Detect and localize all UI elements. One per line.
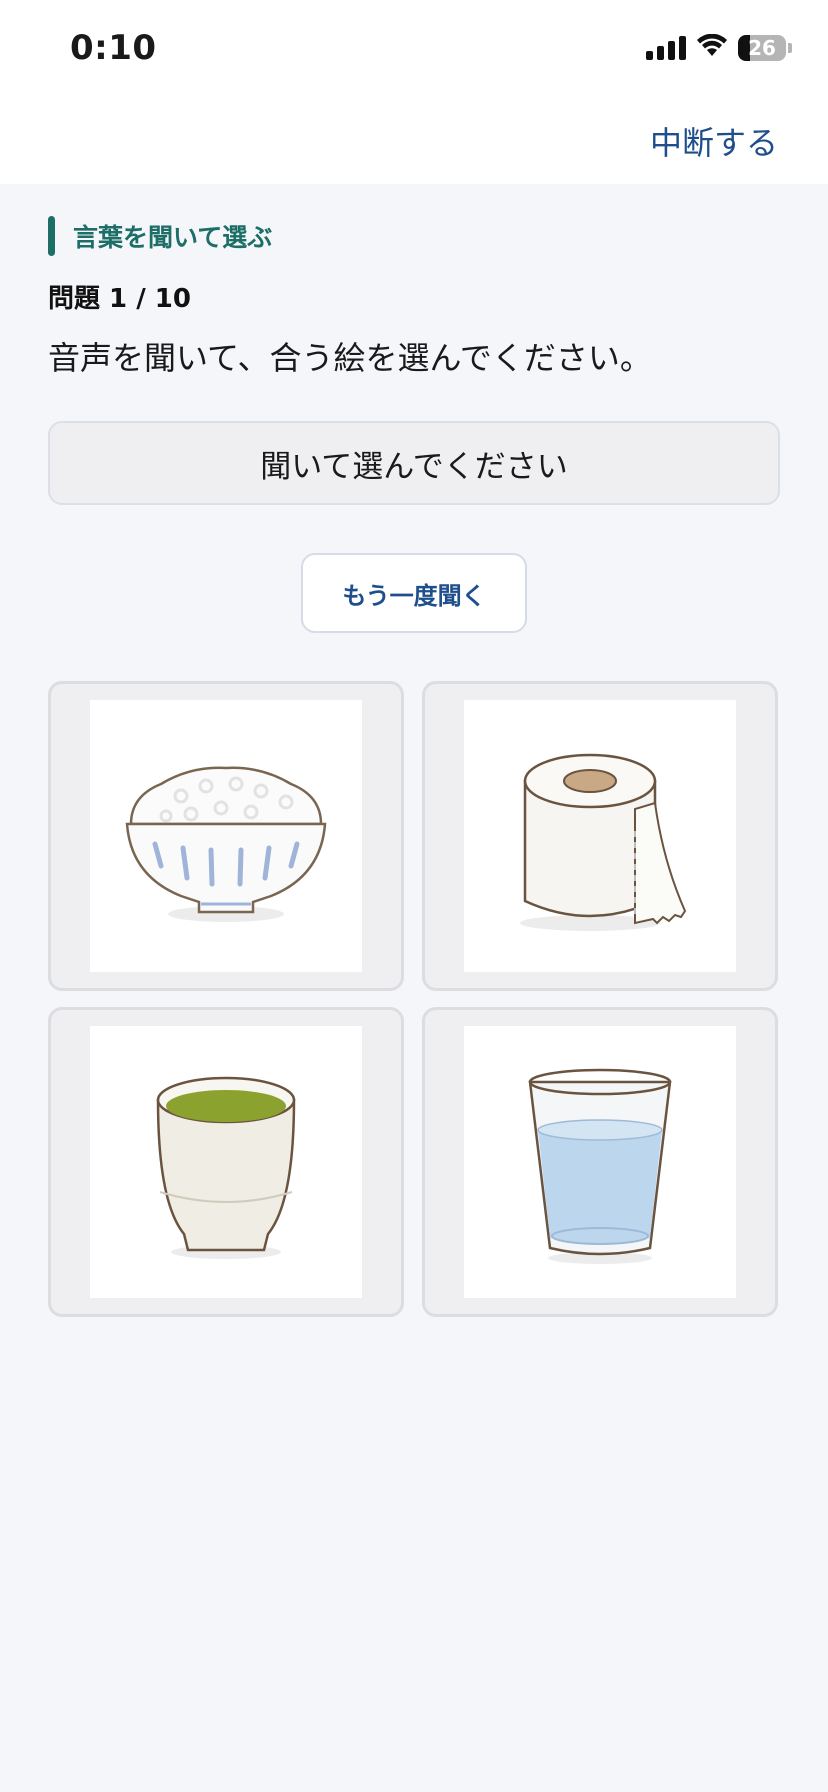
toilet-paper-icon <box>464 700 736 972</box>
choice-toilet-paper[interactable] <box>422 681 778 991</box>
choice-grid <box>48 681 780 1317</box>
battery-level: 26 <box>748 36 776 60</box>
section-accent-bar <box>48 216 55 256</box>
cellular-signal-icon <box>646 36 686 60</box>
choice-green-tea[interactable] <box>48 1007 404 1317</box>
choice-water-glass[interactable] <box>422 1007 778 1317</box>
nav-bar: 中断する <box>0 96 828 184</box>
replay-wrap: もう一度聞く <box>48 553 780 633</box>
battery-icon: 26 <box>738 35 786 61</box>
choice-rice-bowl[interactable] <box>48 681 404 991</box>
question-counter: 問題 1 / 10 <box>48 284 191 314</box>
status-bar: 0:10 26 <box>0 0 828 96</box>
wifi-icon <box>696 33 728 62</box>
status-icons: 26 <box>646 33 792 62</box>
replay-audio-button[interactable]: もう一度聞く <box>301 553 527 633</box>
instruction-text: 音声を聞いて、合う絵を選んでください。 <box>48 339 652 377</box>
answer-display: 聞いて選んでください <box>48 421 780 505</box>
green-tea-cup-icon <box>90 1026 362 1298</box>
rice-bowl-icon <box>90 700 362 972</box>
quit-button[interactable]: 中断する <box>650 118 778 164</box>
water-glass-icon <box>464 1026 736 1298</box>
quiz-content: 言葉を聞いて選ぶ 問題 1 / 10 音声を聞いて、合う絵を選んでください。 聞… <box>48 184 780 1317</box>
battery-cap <box>788 43 792 53</box>
section-title: 言葉を聞いて選ぶ <box>73 223 273 252</box>
section-label: 言葉を聞いて選ぶ <box>48 216 780 256</box>
status-time: 0:10 <box>70 28 157 68</box>
app-screen: 0:10 26 中断する 言葉を聞いて選ぶ 問題 1 / 10 音声を聞いて、合… <box>0 0 828 1792</box>
